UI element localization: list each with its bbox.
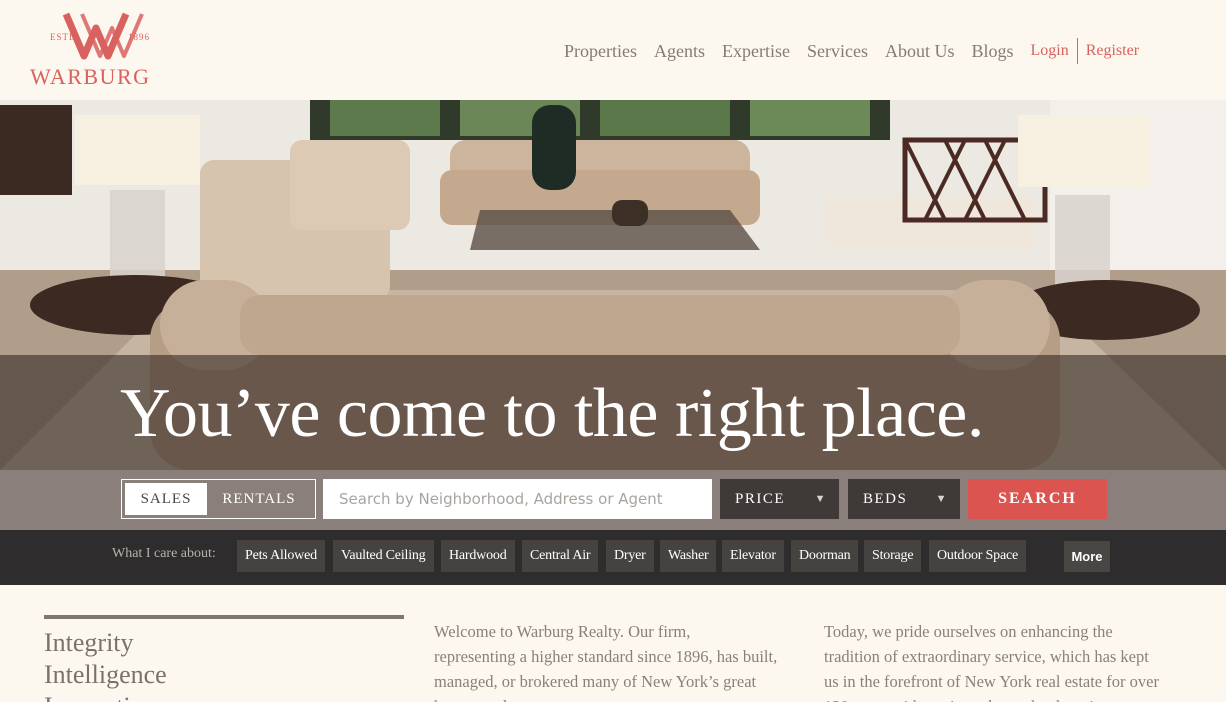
logo-wordmark: WARBURG [30, 64, 151, 89]
more-filters-button[interactable]: More [1064, 541, 1110, 572]
tab-rentals[interactable]: RENTALS [207, 483, 311, 515]
logo-year: 1896 [128, 32, 150, 42]
chip-vaulted-ceiling[interactable]: Vaulted Ceiling [333, 540, 434, 572]
value-innovation: Innovation [44, 691, 167, 702]
chip-pets-allowed[interactable]: Pets Allowed [237, 540, 325, 572]
hero-banner: You’ve come to the right place. [0, 100, 1226, 470]
history-line: 120 years with cutting-edge technology i… [824, 694, 1184, 702]
logo-estd: ESTD [50, 32, 77, 42]
chip-elevator[interactable]: Elevator [722, 540, 784, 572]
value-intelligence: Intelligence [44, 660, 167, 689]
intro-paragraph: Welcome to Warburg Realty. Our firm, rep… [434, 619, 794, 702]
history-line: tradition of extraordinary service, whic… [824, 647, 1149, 666]
price-dropdown[interactable]: PRICE ▼ [720, 479, 839, 519]
beds-dropdown[interactable]: BEDS ▼ [848, 479, 960, 519]
search-input[interactable] [323, 479, 712, 519]
chevron-down-icon: ▼ [814, 493, 827, 505]
nav-expertise[interactable]: Expertise [722, 41, 790, 62]
history-paragraph: Today, we pride ourselves on enhancing t… [824, 619, 1184, 702]
filters-label: What I care about: [112, 546, 216, 561]
nav-about-us[interactable]: About Us [885, 41, 955, 62]
chip-central-air[interactable]: Central Air [522, 540, 599, 572]
search-bar: SALES RENTALS PRICE ▼ BEDS ▼ SEARCH [0, 470, 1226, 530]
chevron-down-icon: ▼ [935, 493, 948, 505]
amenity-filters: What I care about: Pets Allowed Vaulted … [0, 530, 1226, 585]
auth-links: Login Register [1030, 38, 1139, 64]
section-rule [44, 615, 404, 619]
chip-outdoor-space[interactable]: Outdoor Space [929, 540, 1026, 572]
history-line: Today, we pride ourselves on enhancing t… [824, 622, 1113, 641]
hero-headline: You’ve come to the right place. [120, 375, 984, 452]
intro-line: managed, or brokered many of New York’s … [434, 672, 757, 691]
intro-line: houses and apartments. [434, 694, 794, 702]
tab-sales[interactable]: SALES [125, 483, 207, 515]
history-line: us in the forefront of New York real est… [824, 672, 1159, 691]
sales-rentals-toggle: SALES RENTALS [121, 479, 316, 519]
chip-washer[interactable]: Washer [660, 540, 717, 572]
values-heading: Integrity Intelligence Innovation [44, 627, 167, 702]
price-label: PRICE [735, 491, 786, 507]
search-button[interactable]: SEARCH [968, 479, 1107, 519]
chip-storage[interactable]: Storage [864, 540, 922, 572]
auth-divider [1076, 38, 1078, 64]
chip-dryer[interactable]: Dryer [606, 540, 654, 572]
value-integrity: Integrity [44, 628, 134, 657]
main-nav: Properties Agents Expertise Services Abo… [564, 38, 1139, 64]
register-link[interactable]: Register [1086, 42, 1139, 60]
intro-line: representing a higher standard since 189… [434, 647, 778, 666]
nav-agents[interactable]: Agents [654, 41, 705, 62]
chip-doorman[interactable]: Doorman [791, 540, 859, 572]
nav-properties[interactable]: Properties [564, 41, 637, 62]
beds-label: BEDS [863, 491, 908, 507]
nav-services[interactable]: Services [807, 41, 868, 62]
site-header: ESTD 1896 WARBURG Properties Agents Expe… [0, 0, 1226, 100]
warburg-logo[interactable]: ESTD 1896 WARBURG [28, 8, 180, 90]
login-link[interactable]: Login [1030, 42, 1068, 60]
intro-section: Integrity Intelligence Innovation Welcom… [0, 585, 1226, 702]
intro-line: Welcome to Warburg Realty. Our firm, [434, 622, 691, 641]
chip-hardwood[interactable]: Hardwood [441, 540, 515, 572]
nav-blogs[interactable]: Blogs [971, 41, 1013, 62]
